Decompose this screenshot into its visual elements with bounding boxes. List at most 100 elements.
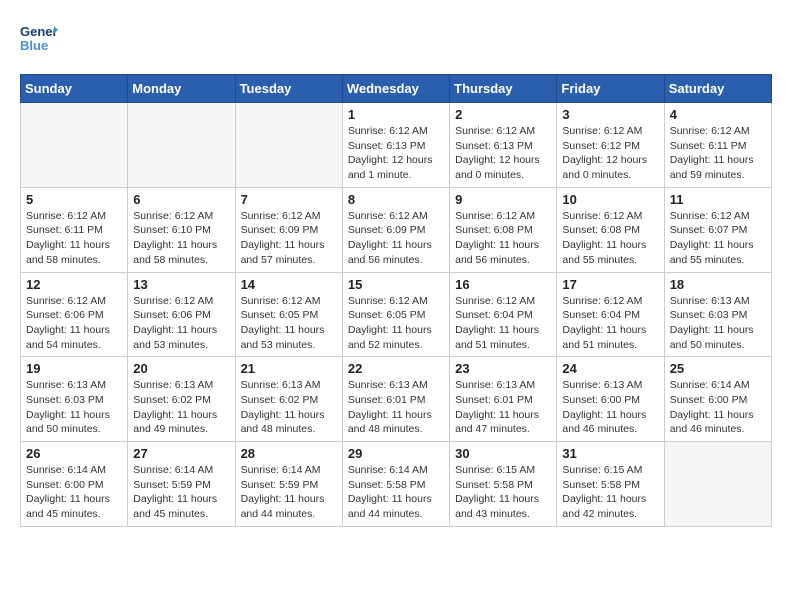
day-info: Sunrise: 6:13 AM Sunset: 6:02 PM Dayligh… [241, 378, 337, 437]
calendar-cell: 12Sunrise: 6:12 AM Sunset: 6:06 PM Dayli… [21, 272, 128, 357]
weekday-header-friday: Friday [557, 75, 664, 103]
day-number: 17 [562, 277, 658, 292]
day-info: Sunrise: 6:12 AM Sunset: 6:11 PM Dayligh… [670, 124, 766, 183]
day-number: 22 [348, 361, 444, 376]
calendar-cell [235, 103, 342, 188]
weekday-header-monday: Monday [128, 75, 235, 103]
calendar-cell: 16 Sunrise: 6:12 AM Sunset: 6:04 PM Dayli… [450, 272, 557, 357]
calendar-cell: 2Sunrise: 6:12 AM Sunset: 6:13 PM Daylig… [450, 103, 557, 188]
day-number: 6 [133, 192, 229, 207]
week-row-2: 5 Sunrise: 6:12 AM Sunset: 6:11 PM Daylig… [21, 187, 772, 272]
calendar-cell: 20Sunrise: 6:13 AM Sunset: 6:02 PM Dayli… [128, 357, 235, 442]
day-number: 10 [562, 192, 658, 207]
day-number: 26 [26, 446, 122, 461]
day-number: 30 [455, 446, 551, 461]
day-info: Sunrise: 6:14 AM Sunset: 5:58 PM Dayligh… [348, 463, 444, 522]
day-info: Sunrise: 6:13 AM Sunset: 6:03 PM Dayligh… [26, 378, 122, 437]
day-number: 25 [670, 361, 766, 376]
day-info: Sunrise: 6:15 AM Sunset: 5:58 PM Dayligh… [562, 463, 658, 522]
day-info: Sunrise: 6:12 AM Sunset: 6:12 PM Dayligh… [562, 124, 658, 183]
calendar-cell: 28Sunrise: 6:14 AM Sunset: 5:59 PM Dayli… [235, 442, 342, 527]
calendar-cell: 9 Sunrise: 6:12 AM Sunset: 6:08 PM Daylig… [450, 187, 557, 272]
weekday-header-thursday: Thursday [450, 75, 557, 103]
day-number: 9 [455, 192, 551, 207]
day-number: 24 [562, 361, 658, 376]
calendar-cell: 5 Sunrise: 6:12 AM Sunset: 6:11 PM Daylig… [21, 187, 128, 272]
day-number: 23 [455, 361, 551, 376]
calendar-cell: 24 Sunrise: 6:13 AM Sunset: 6:00 PM Dayli… [557, 357, 664, 442]
day-number: 16 [455, 277, 551, 292]
calendar-cell [21, 103, 128, 188]
day-info: Sunrise: 6:14 AM Sunset: 5:59 PM Dayligh… [133, 463, 229, 522]
day-info: Sunrise: 6:13 AM Sunset: 6:01 PM Dayligh… [455, 378, 551, 437]
day-number: 13 [133, 277, 229, 292]
calendar-cell: 4Sunrise: 6:12 AM Sunset: 6:11 PM Daylig… [664, 103, 771, 188]
calendar-cell: 3 Sunrise: 6:12 AM Sunset: 6:12 PM Daylig… [557, 103, 664, 188]
calendar-cell: 11 Sunrise: 6:12 AM Sunset: 6:07 PM Dayli… [664, 187, 771, 272]
calendar-cell: 29Sunrise: 6:14 AM Sunset: 5:58 PM Dayli… [342, 442, 449, 527]
logo-block: General Blue [20, 20, 58, 58]
day-info: Sunrise: 6:14 AM Sunset: 6:00 PM Dayligh… [26, 463, 122, 522]
day-number: 31 [562, 446, 658, 461]
logo-svg: General Blue [20, 20, 58, 58]
day-info: Sunrise: 6:15 AM Sunset: 5:58 PM Dayligh… [455, 463, 551, 522]
calendar-table: SundayMondayTuesdayWednesdayThursdayFrid… [20, 74, 772, 527]
day-number: 8 [348, 192, 444, 207]
week-row-3: 12Sunrise: 6:12 AM Sunset: 6:06 PM Dayli… [21, 272, 772, 357]
calendar-cell: 7Sunrise: 6:12 AM Sunset: 6:09 PM Daylig… [235, 187, 342, 272]
header: General Blue [20, 20, 772, 58]
day-info: Sunrise: 6:12 AM Sunset: 6:06 PM Dayligh… [133, 294, 229, 353]
day-number: 11 [670, 192, 766, 207]
calendar-cell: 18Sunrise: 6:13 AM Sunset: 6:03 PM Dayli… [664, 272, 771, 357]
day-info: Sunrise: 6:12 AM Sunset: 6:04 PM Dayligh… [455, 294, 551, 353]
svg-text:General: General [20, 24, 58, 39]
calendar-cell: 10Sunrise: 6:12 AM Sunset: 6:08 PM Dayli… [557, 187, 664, 272]
week-row-1: 1 Sunrise: 6:12 AM Sunset: 6:13 PM Daylig… [21, 103, 772, 188]
day-info: Sunrise: 6:12 AM Sunset: 6:09 PM Dayligh… [348, 209, 444, 268]
day-info: Sunrise: 6:12 AM Sunset: 6:11 PM Dayligh… [26, 209, 122, 268]
calendar-cell [128, 103, 235, 188]
day-number: 3 [562, 107, 658, 122]
day-info: Sunrise: 6:12 AM Sunset: 6:04 PM Dayligh… [562, 294, 658, 353]
day-info: Sunrise: 6:12 AM Sunset: 6:05 PM Dayligh… [348, 294, 444, 353]
day-number: 1 [348, 107, 444, 122]
calendar-cell: 6 Sunrise: 6:12 AM Sunset: 6:10 PM Daylig… [128, 187, 235, 272]
day-info: Sunrise: 6:12 AM Sunset: 6:09 PM Dayligh… [241, 209, 337, 268]
day-number: 28 [241, 446, 337, 461]
day-number: 19 [26, 361, 122, 376]
day-info: Sunrise: 6:13 AM Sunset: 6:00 PM Dayligh… [562, 378, 658, 437]
day-number: 5 [26, 192, 122, 207]
day-info: Sunrise: 6:13 AM Sunset: 6:01 PM Dayligh… [348, 378, 444, 437]
calendar-cell: 19 Sunrise: 6:13 AM Sunset: 6:03 PM Dayli… [21, 357, 128, 442]
calendar-cell: 23 Sunrise: 6:13 AM Sunset: 6:01 PM Dayli… [450, 357, 557, 442]
day-number: 14 [241, 277, 337, 292]
day-info: Sunrise: 6:12 AM Sunset: 6:13 PM Dayligh… [348, 124, 444, 183]
calendar-cell [664, 442, 771, 527]
day-info: Sunrise: 6:12 AM Sunset: 6:13 PM Dayligh… [455, 124, 551, 183]
day-number: 20 [133, 361, 229, 376]
day-info: Sunrise: 6:12 AM Sunset: 6:10 PM Dayligh… [133, 209, 229, 268]
weekday-header-wednesday: Wednesday [342, 75, 449, 103]
weekday-header-sunday: Sunday [21, 75, 128, 103]
day-info: Sunrise: 6:12 AM Sunset: 6:07 PM Dayligh… [670, 209, 766, 268]
calendar-cell: 30 Sunrise: 6:15 AM Sunset: 5:58 PM Dayli… [450, 442, 557, 527]
calendar-cell: 13 Sunrise: 6:12 AM Sunset: 6:06 PM Dayli… [128, 272, 235, 357]
calendar-cell: 31 Sunrise: 6:15 AM Sunset: 5:58 PM Dayli… [557, 442, 664, 527]
logo: General Blue [20, 20, 58, 58]
calendar-cell: 8 Sunrise: 6:12 AM Sunset: 6:09 PM Daylig… [342, 187, 449, 272]
day-info: Sunrise: 6:12 AM Sunset: 6:08 PM Dayligh… [455, 209, 551, 268]
calendar-cell: 27Sunrise: 6:14 AM Sunset: 5:59 PM Dayli… [128, 442, 235, 527]
weekday-header-tuesday: Tuesday [235, 75, 342, 103]
week-row-4: 19 Sunrise: 6:13 AM Sunset: 6:03 PM Dayli… [21, 357, 772, 442]
day-info: Sunrise: 6:12 AM Sunset: 6:05 PM Dayligh… [241, 294, 337, 353]
day-info: Sunrise: 6:12 AM Sunset: 6:06 PM Dayligh… [26, 294, 122, 353]
calendar-cell: 15 Sunrise: 6:12 AM Sunset: 6:05 PM Dayli… [342, 272, 449, 357]
weekday-header-saturday: Saturday [664, 75, 771, 103]
day-info: Sunrise: 6:14 AM Sunset: 6:00 PM Dayligh… [670, 378, 766, 437]
svg-text:Blue: Blue [20, 38, 48, 53]
calendar-cell: 25 Sunrise: 6:14 AM Sunset: 6:00 PM Dayli… [664, 357, 771, 442]
day-number: 15 [348, 277, 444, 292]
calendar-cell: 21Sunrise: 6:13 AM Sunset: 6:02 PM Dayli… [235, 357, 342, 442]
calendar-cell: 14 Sunrise: 6:12 AM Sunset: 6:05 PM Dayli… [235, 272, 342, 357]
calendar-cell: 17 Sunrise: 6:12 AM Sunset: 6:04 PM Dayli… [557, 272, 664, 357]
